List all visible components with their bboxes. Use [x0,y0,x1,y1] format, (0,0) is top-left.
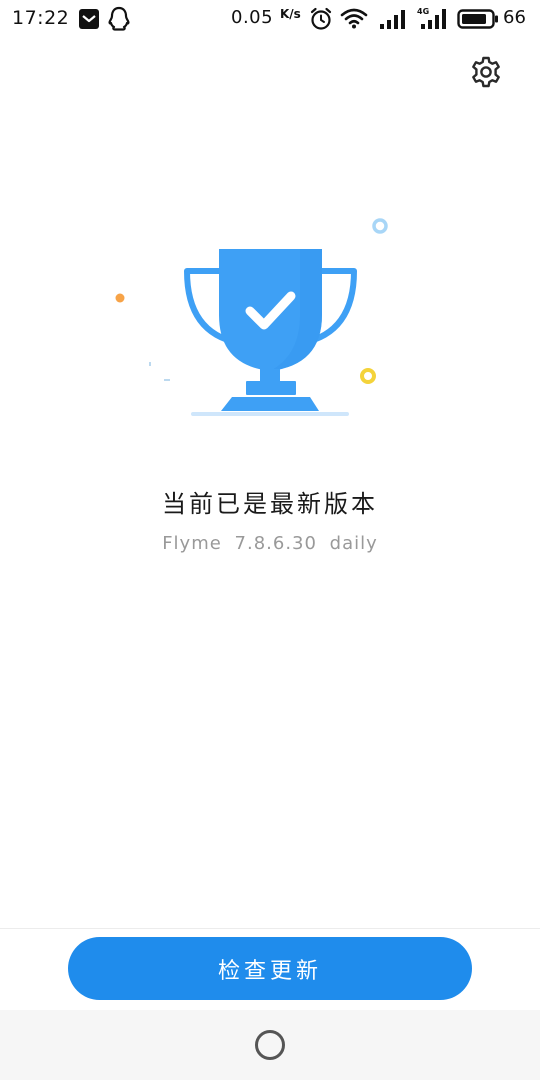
svg-text:4G: 4G [417,7,429,16]
status-time: 17:22 [12,7,70,29]
net-speed: 0.05 [231,7,274,28]
battery-icon [457,9,498,29]
check-update-button[interactable]: 检查更新 [68,937,472,1000]
battery-level: 66 [503,7,526,28]
gear-icon [472,56,500,88]
version-text: Flyme 7.8.6.30 daily [162,533,378,554]
home-circle-icon[interactable] [254,1029,286,1061]
decor-dot-orange [115,293,125,303]
net-speed-unit: K/s [280,7,301,21]
signal-icon [380,10,405,29]
wifi-icon [340,8,368,29]
settings-button[interactable] [466,52,506,92]
mail-icon [79,9,99,29]
navigation-bar [0,1010,540,1080]
signal-4g-icon: 4G [417,7,446,29]
update-screen: 17:22 0.05 K/s 4G 66 当前已是最新版本 Flyme 7.8.… [0,0,540,1080]
bottom-divider [0,928,540,929]
trophy-check-icon [115,218,388,416]
decor-ring-blue [372,218,388,234]
decor-ring-yellow [360,368,376,384]
qq-icon [108,6,130,31]
update-status-title: 当前已是最新版本 [162,490,378,518]
alarm-icon [310,7,332,30]
status-bar: 17:22 0.05 K/s 4G 66 [0,0,540,38]
